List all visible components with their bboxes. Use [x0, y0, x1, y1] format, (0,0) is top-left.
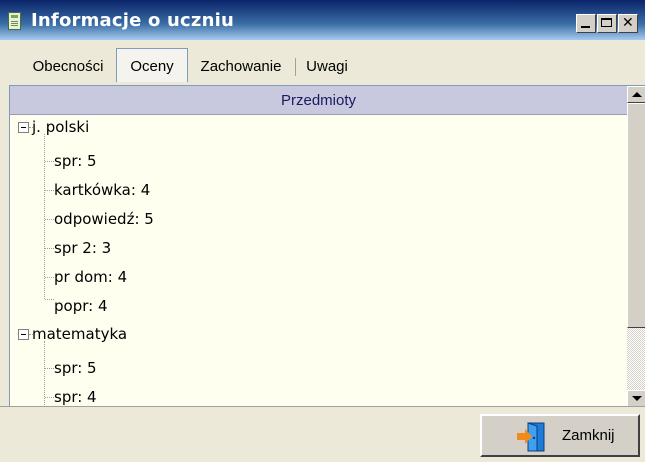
tree-subject-j-polski[interactable]: j. polski	[32, 117, 89, 137]
tree-grade-item[interactable]: spr: 5	[54, 151, 97, 171]
tree-grade-item[interactable]: spr: 5	[54, 358, 97, 378]
tab-obecnosci[interactable]: Obecności	[18, 50, 118, 82]
tree-connector	[45, 397, 54, 398]
close-button[interactable]: Zamknij	[480, 414, 640, 457]
close-window-button[interactable]	[618, 14, 638, 33]
window: Informacje o uczniu Obecności Oceny Zach…	[0, 0, 645, 462]
subjects-tree: j. polski spr: 5 kartkówka: 4 odpowiedź:…	[10, 116, 627, 406]
tab-oceny[interactable]: Oceny	[116, 48, 188, 82]
column-header-przedmioty[interactable]: Przedmioty	[10, 86, 627, 115]
minimize-button[interactable]	[576, 14, 596, 33]
tree-connector	[45, 299, 54, 300]
tree-connector	[45, 248, 54, 249]
vertical-scrollbar[interactable]	[627, 86, 645, 406]
tree-connector	[45, 368, 54, 369]
collapse-icon[interactable]	[18, 122, 29, 133]
maximize-button[interactable]	[597, 14, 617, 33]
tree-grade-item[interactable]: odpowiedź: 5	[54, 209, 154, 229]
tree-grade-item[interactable]: pr dom: 4	[54, 267, 127, 287]
scroll-down-arrow-icon[interactable]	[627, 390, 645, 406]
tree-grade-item[interactable]: spr 2: 3	[54, 238, 111, 258]
window-app-icon	[8, 12, 21, 30]
tree-grade-item[interactable]: popr: 4	[54, 296, 108, 316]
exit-door-icon	[517, 422, 545, 452]
close-button-label: Zamknij	[562, 427, 615, 444]
collapse-icon[interactable]	[18, 329, 29, 340]
tree-connector	[45, 219, 54, 220]
scrollbar-thumb[interactable]	[627, 103, 645, 328]
tree-connector	[45, 161, 54, 162]
scroll-up-arrow-icon[interactable]	[627, 86, 645, 103]
tree-connector	[44, 134, 45, 299]
tree-grade-item[interactable]: kartkówka: 4	[54, 180, 150, 200]
tree-subject-matematyka[interactable]: matematyka	[32, 324, 127, 344]
tree-connector	[45, 277, 54, 278]
scrollbar-track[interactable]	[627, 328, 645, 390]
tree-connector	[45, 190, 54, 191]
tab-bar: Obecności Oceny Zachowanie Uwagi	[0, 48, 645, 84]
tab-uwagi[interactable]: Uwagi	[296, 50, 358, 82]
tree-grade-item[interactable]: spr: 4	[54, 387, 97, 406]
grades-panel: Przedmioty j. polski spr: 5 kartkówka: 4…	[9, 85, 645, 406]
divider	[0, 406, 645, 407]
tab-zachowanie[interactable]: Zachowanie	[190, 50, 292, 82]
title-bar[interactable]: Informacje o uczniu	[0, 0, 645, 40]
window-title: Informacje o uczniu	[31, 10, 234, 31]
